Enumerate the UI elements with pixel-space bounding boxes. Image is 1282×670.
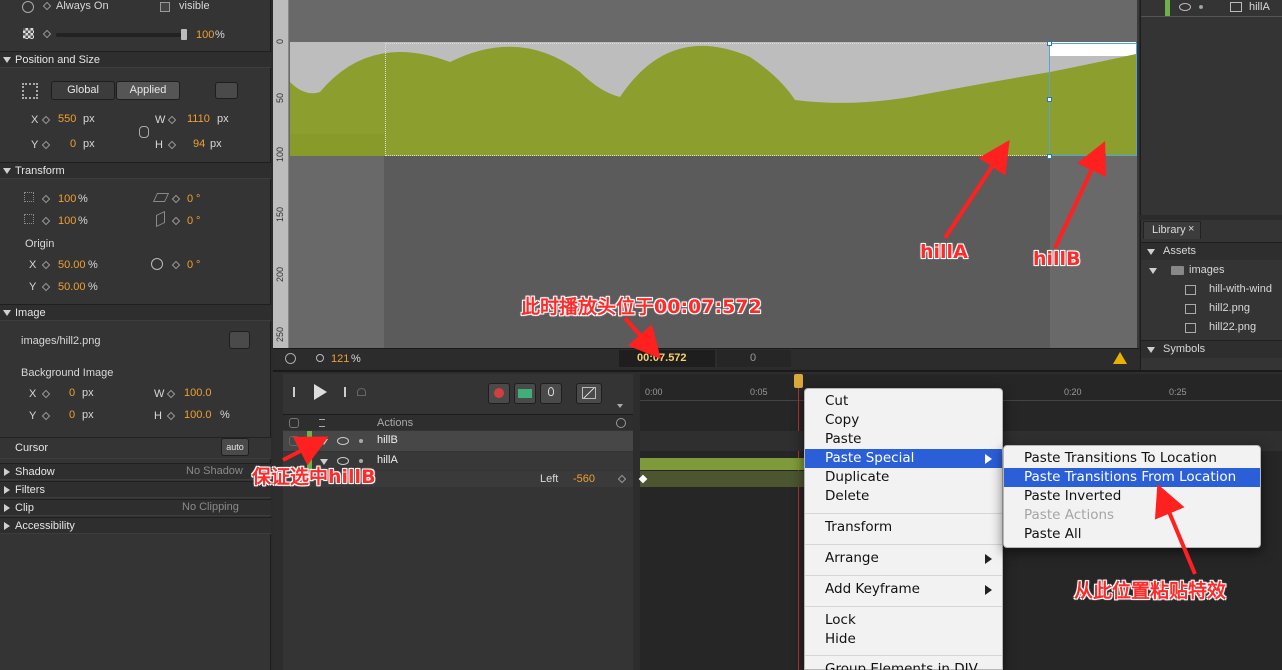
arrow-to-hillB	[1053, 141, 1106, 249]
arrow-to-time	[623, 316, 661, 360]
annotation-hillA: hillA	[920, 241, 968, 263]
arrow-to-hillA	[943, 139, 1010, 240]
annotation-hillB: hillB	[1033, 248, 1081, 270]
annotation-paste-from: 从此位置粘贴特效	[1074, 580, 1227, 602]
annotation-arrows	[282, 139, 1197, 575]
annotation-select-hillB: 保证选中hillB	[252, 466, 376, 488]
arrow-to-layer	[282, 436, 329, 466]
annotation-playhead: 此时播放头位于00:07:572	[521, 296, 762, 318]
arrow-to-submenu-item	[1154, 483, 1197, 575]
